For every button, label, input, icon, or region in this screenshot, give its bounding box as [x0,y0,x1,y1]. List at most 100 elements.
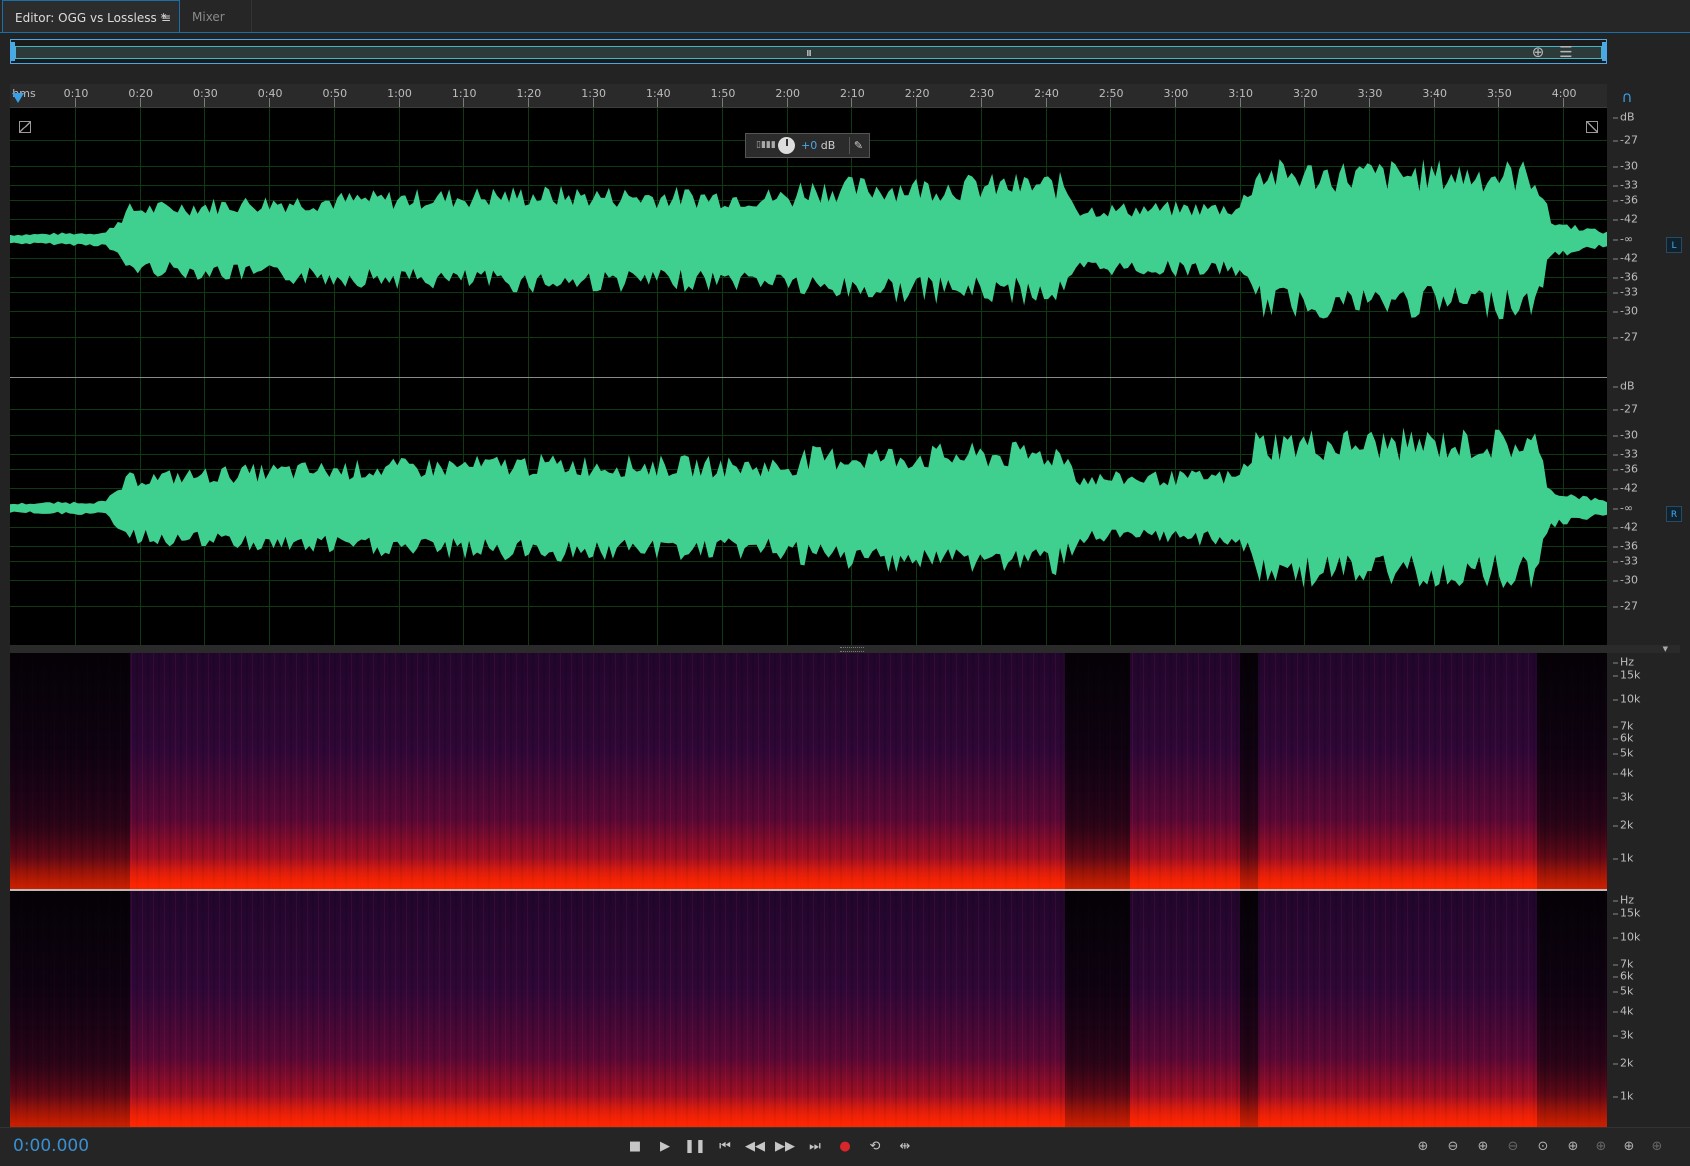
spectral-quiet-region [10,653,130,889]
panel-menu-icon[interactable]: ≡ [161,1,171,35]
ruler-tick-label: 3:00 [1163,87,1189,100]
playhead-marker[interactable] [12,93,24,103]
right-channel-badge[interactable]: R [1666,506,1682,522]
ruler-tick-label: 0:30 [193,87,218,100]
view-options-icon[interactable]: ☰ [1556,42,1576,62]
spectrogram-left [10,653,1607,889]
ruler-tick-label: 1:50 [710,87,736,100]
zoom-in-selection-full-button[interactable]: ⊕ [1646,1137,1668,1157]
frequency-tick-label: 4k [1612,766,1634,780]
go-to-end-button[interactable]: ⏭ [804,1137,826,1157]
frequency-tick-label: 4k [1612,1004,1634,1018]
spectral-quiet-region [1065,891,1130,1127]
amplitude-tick-label: -30 [1613,159,1638,173]
zoom-out-amplitude-button[interactable]: ⊖ [1442,1137,1464,1157]
frequency-tick-label: 2k [1612,818,1634,832]
zoom-out-time-button[interactable]: ⊖ [1502,1137,1524,1157]
frequency-tick-label: 1k [1612,1089,1634,1103]
zoom-right-selection-button[interactable]: ⊕ [1618,1137,1640,1157]
ruler-tick-label: 1:40 [645,87,671,100]
waveform-right-channel [10,427,1607,589]
zoom-left-selection-button[interactable]: ⊕ [1590,1137,1612,1157]
fast-forward-button[interactable]: ▶▶ [774,1137,796,1157]
volume-hud[interactable]: ▯▮▮▮ +0 dB ✎ [745,133,870,158]
go-to-start-button[interactable]: ⏮ [714,1137,736,1157]
amplitude-tick-label: -42 [1613,251,1638,265]
headphones-icon[interactable]: ∩ [1617,87,1637,107]
ruler-tick-label: 3:30 [1357,87,1383,100]
amplitude-unit-label: dB [1613,110,1635,124]
frequency-tick-label: 6k [1612,731,1634,745]
frequency-tick-label: 5k [1612,746,1634,760]
zoom-in-time-button[interactable]: ⊕ [1472,1137,1494,1157]
frequency-tick-label: 5k [1612,984,1634,998]
tab-mixer[interactable]: Mixer [180,0,252,32]
ruler-tick-label: 0:50 [322,87,348,100]
tab-mixer-label: Mixer [192,10,225,24]
zoom-out-full-button[interactable]: ⊙ [1532,1137,1554,1157]
ruler-tick-label: 2:10 [840,87,865,100]
rewind-button[interactable]: ◀◀ [744,1137,766,1157]
spectral-quiet-region [1065,653,1130,889]
waveform-display[interactable] [10,108,1607,645]
spectral-frequency-display[interactable] [10,653,1607,1127]
pin-hud-icon[interactable]: ✎ [849,137,867,154]
amplitude-tick-label: -36 [1613,193,1638,207]
frequency-tick-label: 10k [1612,930,1641,944]
loop-playback-button[interactable]: ⟲ [864,1137,886,1157]
amplitude-tick-label: -30 [1613,428,1638,442]
fade-in-handle-icon[interactable] [19,121,31,133]
amplitude-tick-label: -∞ [1612,232,1634,246]
ruler-tick-label: 1:00 [387,87,412,100]
divider-grip[interactable] [840,647,864,652]
amplitude-tick-label: -36 [1613,462,1638,476]
volume-value: +0 dB [801,139,836,152]
left-channel-badge[interactable]: L [1666,237,1682,253]
zoom-in-amplitude-button[interactable]: ⊕ [1412,1137,1434,1157]
current-time-display[interactable]: 0:00.000 [13,1136,89,1156]
ruler-tick-label: 3:40 [1422,87,1448,100]
spectral-quiet-region [1240,891,1258,1127]
ruler-tick-label: 0:40 [257,87,283,100]
frequency-tick-label: 15k [1612,906,1641,920]
record-button[interactable]: ● [834,1137,856,1157]
volume-knob[interactable] [778,137,795,154]
amplitude-ruler[interactable]: dB -27 -30 -33 -36 -42 -∞ -42 -36 -33 -30 -27 dB -27… [1607,108,1682,645]
zoom-navigator-icon[interactable]: ⊕ [1528,42,1548,62]
spectral-quiet-region [1537,891,1607,1127]
fade-out-handle-icon[interactable] [1586,121,1598,133]
spectral-quiet-region [1537,653,1607,889]
pause-button[interactable]: ❚❚ [684,1137,706,1157]
ruler-tick-label: 2:20 [904,87,930,100]
play-button[interactable]: ▶ [654,1137,676,1157]
ruler-tick-label: 4:00 [1551,87,1577,100]
frequency-tick-label: 2k [1612,1056,1634,1070]
waveform-spectral-divider[interactable]: ▼ [10,645,1680,653]
skip-selection-button[interactable]: ⇹ [894,1137,916,1157]
amplitude-tick-label: -33 [1613,554,1638,568]
waveform-left-channel [10,159,1607,320]
overview-navigator[interactable]: III [10,39,1607,64]
tab-editor[interactable]: Editor: OGG vs Lossless * ≡ [2,0,180,32]
overview-right-handle[interactable] [1602,42,1606,61]
frequency-unit-label: Hz [1612,893,1635,907]
overview-grip[interactable]: III [806,49,811,58]
frequency-ruler[interactable]: Hz 15k 10k 7k 6k 5k 4k 3k 2k 1k Hz 15k 10k 7k 6k 5k 4k 3… [1607,653,1680,1127]
time-ruler[interactable]: hms 0:10 0:20 0:30 0:40 0:50 1:00 1:10 1:20 1:30… [10,84,1607,108]
amplitude-tick-label: -33 [1613,285,1638,299]
stop-button[interactable]: ■ [624,1137,646,1157]
frequency-tick-label: 6k [1612,969,1634,983]
amplitude-tick-label: -30 [1613,573,1638,587]
amplitude-tick-label: -42 [1613,520,1638,534]
ruler-tick-label: 2:40 [1034,87,1059,100]
amplitude-unit-label: dB [1613,379,1635,393]
amplitude-tick-label: -33 [1613,447,1638,461]
panel-tab-bar: Editor: OGG vs Lossless * ≡ Mixer [0,0,1690,33]
collapse-arrow-icon[interactable]: ▼ [1663,645,1668,653]
ruler-tick-label: 1:30 [581,87,606,100]
amplitude-tick-label: -42 [1613,481,1638,495]
frequency-tick-label: 10k [1612,692,1641,706]
ruler-tick-label: 3:20 [1292,87,1318,100]
zoom-in-selection-button[interactable]: ⊕ [1562,1137,1584,1157]
overview-visible-range[interactable]: III [15,46,1602,59]
